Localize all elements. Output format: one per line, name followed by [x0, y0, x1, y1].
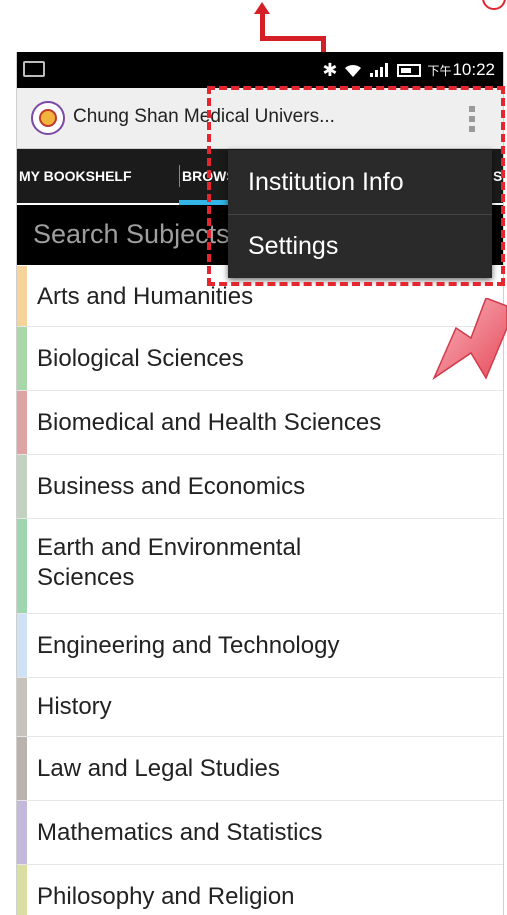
keyboard-icon — [23, 61, 45, 77]
category-color-bar — [17, 801, 27, 864]
list-item-history[interactable]: History — [17, 678, 503, 737]
list-item-philosophy[interactable]: Philosophy and Religion — [17, 865, 503, 915]
annotation-step-circle — [482, 0, 506, 10]
wifi-icon — [345, 64, 362, 77]
tab-divider — [179, 165, 180, 187]
bluetooth-icon: ✱ — [322, 59, 338, 80]
category-color-bar — [17, 865, 27, 915]
university-logo-icon[interactable] — [31, 101, 65, 135]
category-color-bar — [17, 391, 27, 454]
category-color-bar — [17, 737, 27, 800]
list-item-label: Philosophy and Religion — [37, 883, 295, 910]
annotation-pointer-arrow-icon — [432, 298, 507, 381]
list-item-label: Mathematics and Statistics — [37, 819, 323, 846]
search-placeholder: Search Subjects — [33, 219, 230, 249]
category-color-bar — [17, 266, 27, 326]
annotation-arrow-stem — [260, 12, 265, 40]
list-item-label: Earth and Environmental Sciences — [37, 534, 302, 591]
list-item-law[interactable]: Law and Legal Studies — [17, 737, 503, 801]
annotation-arrow-horizontal — [260, 36, 326, 41]
status-time: 下午10:22 — [427, 60, 495, 80]
category-color-bar — [17, 519, 27, 613]
signal-icon — [370, 63, 389, 77]
list-item-business[interactable]: Business and Economics — [17, 455, 503, 519]
battery-icon — [397, 63, 422, 77]
annotation-arrow-head-icon — [254, 2, 270, 14]
category-color-bar — [17, 614, 27, 677]
category-color-bar — [17, 678, 27, 736]
time-prefix: 下午 — [427, 64, 452, 78]
list-item-label: Engineering and Technology — [37, 632, 340, 659]
list-item-label: Business and Economics — [37, 473, 306, 500]
list-item-mathematics[interactable]: Mathematics and Statistics — [17, 801, 503, 865]
list-item-label: History — [37, 693, 112, 720]
category-color-bar — [17, 327, 27, 390]
list-item-engineering[interactable]: Engineering and Technology — [17, 614, 503, 678]
time-value: 10:22 — [452, 60, 495, 79]
annotation-highlight-box — [207, 86, 505, 286]
list-item-earth[interactable]: Earth and Environmental Sciences — [17, 519, 503, 614]
category-color-bar — [17, 455, 27, 518]
status-bar: ✱ 下午10:22 — [17, 52, 503, 88]
list-item-label: Law and Legal Studies — [37, 755, 280, 782]
tab-my-bookshelf[interactable]: MY BOOKSHELF — [19, 149, 132, 203]
